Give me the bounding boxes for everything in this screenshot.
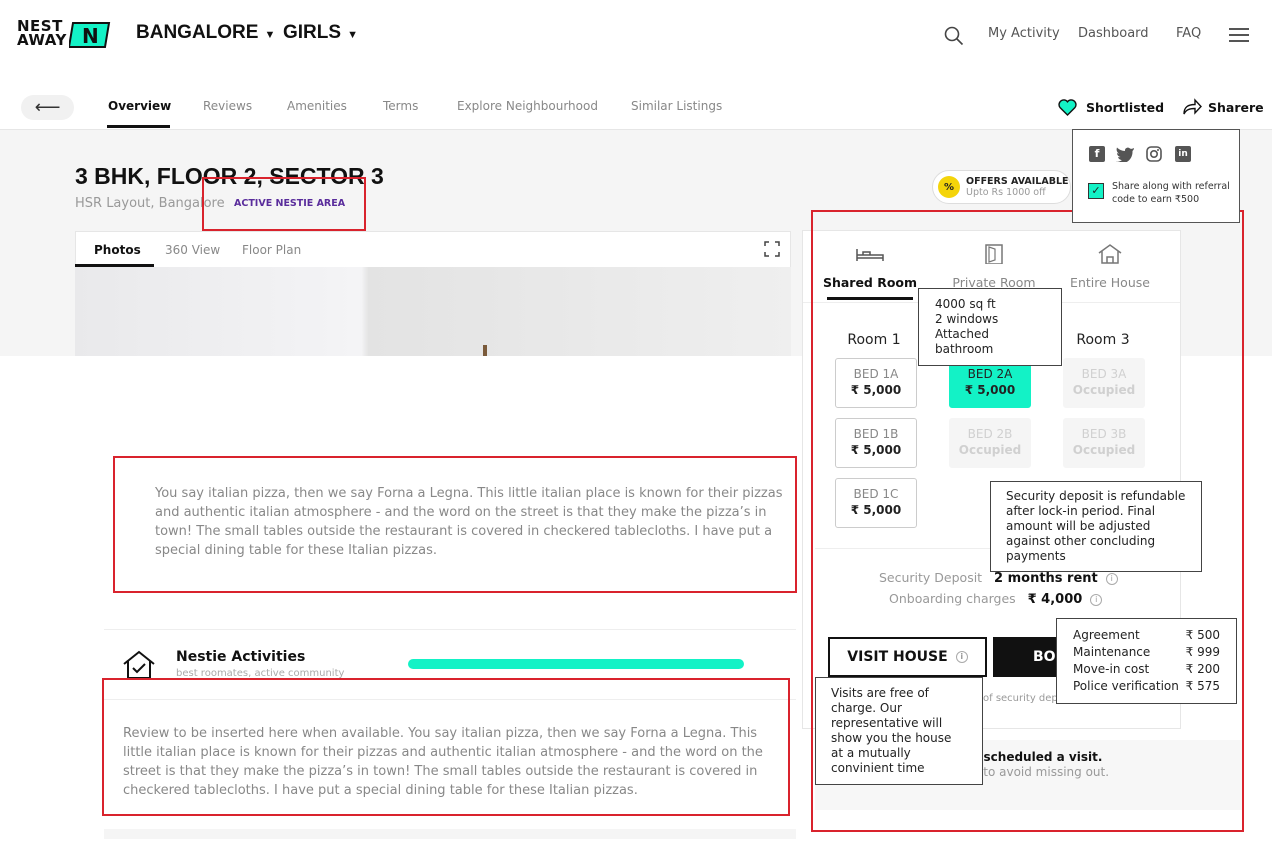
offers-badge[interactable]: % OFFERS AVAILABLE Upto Rs 1000 off [932, 170, 1071, 204]
annotation-box [202, 177, 366, 231]
listing-description: You say italian pizza, then we say Forna… [155, 486, 783, 558]
dashboard-link[interactable]: Dashboard [1078, 26, 1149, 41]
tooltip-line: 4000 sq ft [935, 297, 996, 311]
tooltip-line: 2 windows [935, 312, 999, 326]
fee-row: Move-in cost ₹ 200 [1073, 661, 1220, 678]
fee-label: Agreement [1073, 628, 1140, 642]
fee-label: Police verification [1073, 679, 1179, 693]
section-divider [104, 629, 796, 630]
shortlisted-button[interactable]: Shortlisted [1058, 99, 1164, 116]
tooltip-text: Security deposit is refundable after loc… [1006, 489, 1186, 563]
nestie-activities-title: Nestie Activities [176, 649, 306, 665]
footer-strip [104, 829, 796, 839]
tooltip-text: Visits are free of charge. Our represent… [831, 686, 952, 775]
share-button[interactable]: Sharere [1182, 98, 1264, 116]
chevron-down-icon: ▼ [347, 28, 358, 41]
tab-amenities[interactable]: Amenities [287, 99, 347, 113]
tab-360-view[interactable]: 360 View [165, 243, 220, 257]
logo-n-mark-icon: N [69, 22, 111, 48]
faq-link[interactable]: FAQ [1176, 26, 1201, 41]
house-check-icon [123, 650, 155, 679]
fee-value: ₹ 575 [1185, 679, 1220, 693]
share-popover [1072, 129, 1240, 223]
activity-level-bar [408, 659, 744, 669]
percent-badge-icon: % [938, 176, 960, 198]
room-info-tooltip: 4000 sq ft 2 windows Attached bathroom [918, 288, 1062, 366]
fee-row: Agreement ₹ 500 [1073, 627, 1220, 644]
city-dropdown[interactable]: BANGALORE ▼ [136, 22, 275, 44]
share-label: Sharere [1208, 99, 1264, 115]
linkedin-icon[interactable]: in [1175, 146, 1191, 162]
fee-value: ₹ 200 [1185, 662, 1220, 676]
tab-reviews[interactable]: Reviews [203, 99, 252, 113]
nestaway-logo[interactable]: NEST AWAY N [17, 19, 111, 49]
shortlisted-label: Shortlisted [1086, 100, 1165, 115]
facebook-icon[interactable]: f [1089, 146, 1105, 162]
expand-icon[interactable] [764, 241, 780, 257]
referral-note: Share along with referral code to earn ₹… [1112, 181, 1230, 205]
active-tab-indicator [107, 125, 170, 128]
tab-floor-plan[interactable]: Floor Plan [242, 243, 301, 257]
tab-similar-listings[interactable]: Similar Listings [631, 99, 722, 113]
heart-icon [1058, 99, 1077, 116]
share-arrow-icon [1183, 98, 1202, 115]
back-button[interactable]: ⟵ [21, 95, 74, 120]
tab-overview[interactable]: Overview [108, 99, 171, 113]
offers-subtitle: Upto Rs 1000 off [966, 187, 1046, 198]
photo-detail [483, 345, 487, 356]
chevron-down-icon: ▼ [264, 28, 276, 41]
my-activity-link[interactable]: My Activity [988, 26, 1060, 41]
svg-text:N: N [82, 24, 99, 48]
fee-value: ₹ 999 [1185, 645, 1220, 659]
tab-photos[interactable]: Photos [94, 243, 141, 257]
fee-label: Maintenance [1073, 645, 1151, 659]
twitter-icon[interactable] [1116, 146, 1135, 162]
fee-row: Maintenance ₹ 999 [1073, 644, 1220, 661]
fee-value: ₹ 500 [1185, 628, 1220, 642]
gender-label: GIRLS [283, 22, 342, 43]
referral-checkbox[interactable]: ✓ [1088, 183, 1104, 199]
fee-row: Police verification ₹ 575 [1073, 678, 1220, 695]
gender-dropdown[interactable]: GIRLS ▼ [283, 22, 358, 44]
fees-tooltip: Agreement ₹ 500 Maintenance ₹ 999 Move-in … [1056, 618, 1237, 704]
listing-photo[interactable] [75, 267, 791, 356]
arrow-left-icon: ⟵ [34, 97, 61, 118]
city-label: BANGALORE [136, 22, 259, 43]
fee-label: Move-in cost [1073, 662, 1150, 676]
review-text: Review to be inserted here when availabl… [123, 726, 763, 798]
offers-title: OFFERS AVAILABLE [966, 176, 1069, 187]
instagram-icon[interactable] [1146, 146, 1162, 162]
tab-explore-neighbourhood[interactable]: Explore Neighbourhood [457, 99, 598, 113]
search-icon[interactable] [944, 26, 964, 46]
tooltip-line: Attached bathroom [935, 327, 994, 356]
visit-tooltip: Visits are free of charge. Our represent… [815, 677, 983, 785]
deposit-tooltip: Security deposit is refundable after loc… [990, 481, 1202, 572]
tab-terms[interactable]: Terms [383, 99, 418, 113]
hamburger-menu-icon[interactable] [1229, 27, 1249, 43]
